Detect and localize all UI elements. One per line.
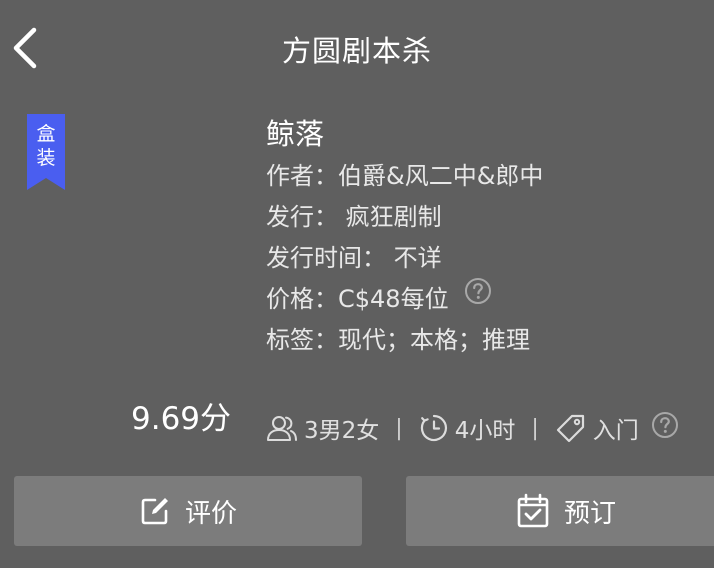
release-value: 不详 <box>393 244 442 272</box>
price-value: C$48每位 <box>338 285 449 313</box>
review-label: 评价 <box>184 498 237 529</box>
publisher-value: 疯狂剧制 <box>345 203 442 231</box>
tags-value: 现代；本格；推理 <box>338 326 530 354</box>
game-info: 鲸落 作者：伯爵&风二中&郎中 发行： 疯狂剧制 发行时间： 不详 价格：C$4… <box>266 112 543 361</box>
game-detail-page: 方圆剧本杀 盒 装 9.69分 鲸落 作者：伯爵&风二中&郎中 发行： 疯狂剧制… <box>0 0 714 568</box>
badge-label: 盒 装 <box>36 123 56 169</box>
players-item: 3男2女 <box>266 411 379 445</box>
duration-item: 4小时 <box>419 411 516 445</box>
difficulty-item: 入门 <box>555 411 679 445</box>
release-row: 发行时间： 不详 <box>266 238 543 279</box>
book-button[interactable]: 预订 <box>406 476 714 546</box>
price-row: 价格：C$48每位 <box>266 277 543 320</box>
release-label: 发行时间： <box>266 244 386 272</box>
clock-icon <box>419 413 449 443</box>
boxed-badge: 盒 装 <box>27 114 65 190</box>
price-label: 价格： <box>266 285 338 313</box>
edit-icon <box>139 495 171 527</box>
difficulty-help-icon[interactable] <box>651 411 679 445</box>
meta-row: 3男2女 | 4小时 | 入门 <box>266 408 679 448</box>
book-label: 预订 <box>563 498 616 529</box>
publisher-row: 发行： 疯狂剧制 <box>266 197 543 238</box>
separator: | <box>395 415 403 441</box>
review-button[interactable]: 评价 <box>14 476 362 546</box>
game-title: 鲸落 <box>266 117 325 151</box>
players-text: 3男2女 <box>304 418 380 444</box>
tags-label: 标签： <box>266 326 338 354</box>
separator: | <box>531 415 539 441</box>
tags-row: 标签：现代；本格；推理 <box>266 320 543 361</box>
users-icon <box>266 414 298 442</box>
duration-text: 4小时 <box>454 418 516 444</box>
difficulty-text: 入门 <box>592 418 639 444</box>
tag-icon <box>555 413 587 443</box>
publisher-label: 发行： <box>266 203 338 231</box>
price-help-icon[interactable] <box>464 277 492 318</box>
page-title: 方圆剧本杀 <box>281 34 432 68</box>
calendar-check-icon <box>516 493 550 529</box>
author-value: 伯爵&风二中&郎中 <box>338 162 544 190</box>
score-value: 9.69分 <box>131 401 232 437</box>
author-row: 作者：伯爵&风二中&郎中 <box>266 156 543 197</box>
author-label: 作者： <box>266 162 338 190</box>
